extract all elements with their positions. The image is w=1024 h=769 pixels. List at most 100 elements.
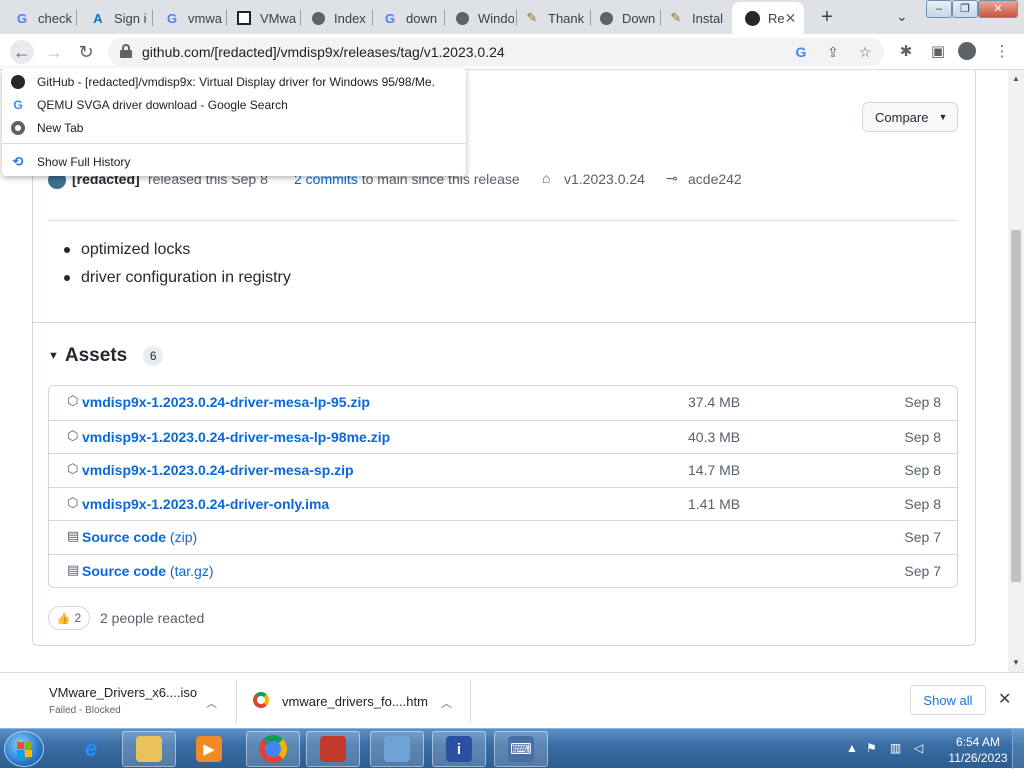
action-center-icon[interactable]: ⚑ [866,741,877,755]
wrench-icon: ✎ [526,10,538,25]
github-icon [10,74,26,90]
asset-size: 14.7 MB [688,462,741,478]
download-item[interactable]: vmware_drivers_fo....htm ︿ [237,673,471,729]
tray-expand-icon[interactable]: ▲ [846,741,858,755]
forward-button[interactable]: → [42,40,66,64]
window-close-button[interactable]: ✕ [978,0,1018,18]
tab-windows[interactable]: Windo [442,4,514,32]
back-button[interactable]: ← [10,40,34,64]
download-item[interactable]: VMware_Drivers_x6....iso Failed - Blocke… [0,673,236,729]
chrome-icon [259,735,287,763]
tab-divider [76,10,77,26]
close-icon[interactable]: ✕ [785,10,797,27]
history-item[interactable]: GitHub - [redacted]/vmdisp9x: Virtual Di… [2,71,466,93]
google-lens-icon[interactable]: G [792,43,810,61]
tab-thank[interactable]: ✎ Thank [512,4,588,32]
chevron-up-icon[interactable]: ︿ [206,695,217,711]
download-divider [470,679,471,723]
tab-vmware-archive[interactable]: VMwa [224,4,300,32]
source-code-link[interactable]: Source code (tar.gz) [82,563,214,579]
tag-link[interactable]: v1.2023.0.24 [564,171,645,187]
asset-date: Sep 8 [904,462,941,478]
reaction-pill[interactable]: 👍 2 [48,606,90,630]
minimize-button[interactable]: – [926,0,952,18]
url-text[interactable]: github.com/[redacted]/vmdisp9x/releases/… [142,44,505,60]
package-icon: ⬡ [67,427,79,443]
maximize-button[interactable]: ❐ [952,0,978,18]
tab-download-search[interactable]: G down [370,4,442,32]
taskbar-ie[interactable]: e [64,731,118,767]
history-item[interactable]: G QEMU SVGA driver download - Google Sea… [2,94,466,116]
asset-size: 40.3 MB [688,428,741,445]
windows-logo-icon [17,742,33,758]
tab-release-active[interactable]: Re ✕ [732,2,804,34]
taskbar-chrome[interactable] [246,731,300,767]
side-panel-icon[interactable]: ▣ [928,42,948,62]
source-code-link[interactable]: Source code (zip) [82,529,197,545]
show-full-history-label: Show Full History [37,155,131,169]
asset-link[interactable]: vmdisp9x-1.2023.0.24-driver-mesa-sp.zip [82,462,354,478]
history-item[interactable]: New Tab [2,117,466,139]
assets-title: Assets [64,345,128,366]
tab-index[interactable]: Index [298,4,370,32]
reload-button[interactable]: ↻ [74,40,98,64]
taskbar-toolbox[interactable] [306,731,360,767]
commit-link[interactable]: acde242 [688,171,742,187]
download-filename: VMware_Drivers_x6....iso [49,685,198,700]
network-icon[interactable]: ▥ [890,741,901,755]
source-label: Source code [82,529,167,545]
taskbar-keyboard[interactable]: ⌨ [494,731,548,767]
tab-down[interactable]: Down [586,4,658,32]
tab-sign-in[interactable]: A Sign i [78,4,150,32]
scroll-down-icon[interactable]: ▼ [1012,658,1020,667]
asset-link[interactable]: vmdisp9x-1.2023.0.24-driver-mesa-lp-98me… [82,429,390,445]
scroll-up-icon[interactable]: ▲ [1012,74,1020,83]
google-icon: G [13,98,23,112]
tab-label: Re [768,10,785,26]
asset-date: Sep 7 [904,529,941,545]
show-all-button[interactable]: Show all [910,685,986,715]
compare-button[interactable]: Compare ▼ [862,102,958,132]
tab-search-chevron-icon[interactable]: ⌄ [896,8,908,25]
taskbar-info[interactable]: i [432,731,486,767]
clock[interactable]: 6:54 AM 11/26/2023 [936,734,1020,766]
disclosure-triangle-icon[interactable]: ▼ [48,350,59,362]
lock-icon[interactable] [120,44,132,58]
asset-row: ⬡ vmdisp9x-1.2023.0.24-driver-mesa-lp-95… [49,386,957,420]
taskbar-network[interactable] [370,731,424,767]
share-icon[interactable]: ⇪ [824,43,842,61]
extensions-icon[interactable]: ✱ [896,42,916,62]
new-tab-button[interactable]: + [816,6,838,28]
tab-check[interactable]: G check [2,4,74,32]
chevron-up-icon[interactable]: ︿ [441,695,452,711]
back-history-menu: GitHub - [redacted]/vmdisp9x: Virtual Di… [2,68,466,176]
taskbar-media-player[interactable]: ▶ [182,731,236,767]
tab-label: Thank [548,10,585,26]
asset-link[interactable]: vmdisp9x-1.2023.0.24-driver-only.ima [82,496,329,512]
asset-link[interactable]: vmdisp9x-1.2023.0.24-driver-mesa-lp-95.z… [82,394,370,410]
page-scrollbar[interactable]: ▲ ▼ [1008,70,1024,672]
download-status: Failed - Blocked [49,705,121,716]
bookmark-star-icon[interactable]: ☆ [856,43,874,61]
asset-size: 1.41 MB [688,495,741,512]
show-desktop-button[interactable] [1012,729,1024,769]
menu-divider [2,143,466,144]
tab-install[interactable]: ✎ Instal [656,4,732,32]
assets-header[interactable]: ▼ Assets 6 [48,344,164,368]
close-icon[interactable]: ✕ [998,689,1011,709]
scrollbar-thumb[interactable] [1011,230,1021,582]
address-bar[interactable]: github.com/[redacted]/vmdisp9x/releases/… [108,38,884,66]
show-full-history[interactable]: ⟲ Show Full History [2,151,466,173]
menu-kebab-icon[interactable]: ⋮ [992,42,1012,62]
profile-avatar-icon[interactable] [958,42,978,62]
asset-date: Sep 8 [904,495,941,512]
asset-row: ▤ Source code (zip) Sep 7 [49,520,957,554]
release-notes: optimized locks driver configuration in … [62,240,291,296]
archive-icon [236,10,252,26]
internet-explorer-icon: e [84,736,98,761]
start-button[interactable] [4,731,44,767]
tab-vmware-search[interactable]: G vmwa [152,4,224,32]
file-zip-icon: ▤ [67,528,80,543]
taskbar-explorer[interactable] [122,731,176,767]
volume-icon[interactable]: ◁ [914,741,923,755]
